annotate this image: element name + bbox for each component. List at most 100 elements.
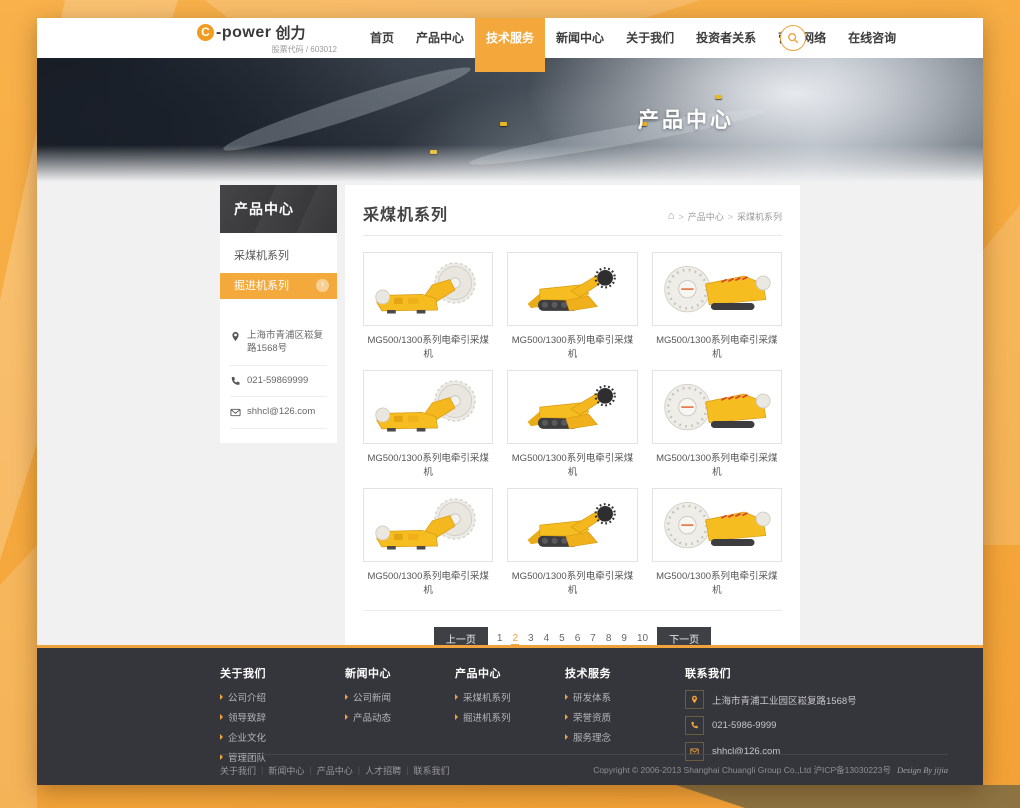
brand-wordmark: -power (216, 24, 271, 42)
product-card[interactable]: MG500/1300系列电牵引采煤机 (507, 370, 637, 478)
page-number[interactable]: 2 (511, 633, 519, 645)
product-image[interactable] (652, 252, 782, 326)
product-image-shearer (369, 492, 487, 558)
product-image-roadheader (513, 256, 631, 322)
product-image-roadheader (513, 492, 631, 558)
product-card[interactable]: MG500/1300系列电牵引采煤机 (363, 252, 493, 360)
breadcrumb-item[interactable]: 产品中心 (688, 210, 724, 223)
product-card[interactable]: MG500/1300系列电牵引采煤机 (363, 488, 493, 596)
brand-logo-icon: C (197, 24, 214, 41)
footer-link[interactable]: 采煤机系列 (455, 690, 565, 704)
product-name[interactable]: MG500/1300系列电牵引采煤机 (363, 450, 493, 478)
nav-item[interactable]: 投资者关系 (685, 18, 767, 58)
link-separator: | (406, 765, 408, 775)
footer-bottom-link[interactable]: 联系我们 (413, 764, 449, 777)
footer-link[interactable]: 公司介绍 (220, 690, 345, 704)
nav-item[interactable]: 关于我们 (615, 18, 685, 58)
footer-link[interactable]: 产品动态 (345, 710, 455, 724)
banner-fade (37, 145, 983, 185)
product-image[interactable] (507, 252, 637, 326)
product-card[interactable]: MG500/1300系列电牵引采煤机 (652, 488, 782, 596)
nav-item[interactable]: 首页 (359, 18, 405, 58)
product-image[interactable] (507, 488, 637, 562)
sidebar-menu-item[interactable]: 掘进机系列› (220, 273, 337, 299)
footer-bottom-link[interactable]: 人才招聘 (365, 764, 401, 777)
link-separator: | (358, 765, 360, 775)
footer-column-title: 联系我们 (685, 665, 857, 681)
product-card[interactable]: MG500/1300系列电牵引采煤机 (507, 488, 637, 596)
footer-column-title: 关于我们 (220, 665, 345, 681)
contact-text: 021-59869999 (247, 375, 308, 388)
breadcrumb-item: 采煤机系列 (737, 210, 782, 223)
nav-item[interactable]: 技术服务 (475, 18, 545, 72)
product-card[interactable]: MG500/1300系列电牵引采煤机 (507, 252, 637, 360)
page-number[interactable]: 1 (496, 633, 504, 644)
product-image[interactable] (507, 370, 637, 444)
page-number[interactable]: 4 (543, 633, 551, 644)
design-credit: Design By jijia (897, 765, 948, 775)
phone-icon (685, 716, 704, 735)
search-icon (787, 32, 799, 44)
site-footer: 关于我们公司介绍领导致辞企业文化管理团队新闻中心公司新闻产品动态产品中心采煤机系… (37, 645, 983, 785)
footer-link[interactable]: 服务理念 (565, 730, 685, 744)
home-icon[interactable]: ⌂ (668, 212, 675, 221)
location-pin-icon (690, 695, 699, 704)
brand-logo[interactable]: C -power 创力 股票代码 / 603012 (197, 22, 337, 55)
link-separator: | (309, 765, 311, 775)
footer-link[interactable]: 荣誉资质 (565, 710, 685, 724)
footer-bottom-link[interactable]: 关于我们 (220, 764, 256, 777)
product-name[interactable]: MG500/1300系列电牵引采煤机 (652, 332, 782, 360)
page-number[interactable]: 10 (636, 633, 649, 644)
footer-link[interactable]: 公司新闻 (345, 690, 455, 704)
footer-link[interactable]: 企业文化 (220, 730, 345, 744)
location-pin-icon (230, 331, 241, 342)
product-card[interactable]: MG500/1300系列电牵引采煤机 (652, 252, 782, 360)
pagination: 上一页12345678910下一页 (363, 610, 782, 650)
page-number[interactable]: 7 (589, 633, 597, 644)
page-number[interactable]: 9 (620, 633, 628, 644)
product-card[interactable]: MG500/1300系列电牵引采煤机 (363, 370, 493, 478)
footer-bottom-link[interactable]: 产品中心 (317, 764, 353, 777)
content-area: 产品中心 采煤机系列掘进机系列› 上海市青浦区崧复路1568号021-59869… (37, 185, 983, 645)
page-number[interactable]: 3 (527, 633, 535, 644)
footer-link[interactable]: 领导致辞 (220, 710, 345, 724)
product-image-disc-loader (658, 256, 776, 322)
product-card[interactable]: MG500/1300系列电牵引采煤机 (652, 370, 782, 478)
product-panel: 采煤机系列 ⌂>产品中心>采煤机系列 MG500/1300系列电牵引采煤机 MG… (345, 185, 800, 645)
footer-bottom-links: 关于我们|新闻中心|产品中心|人才招聘|联系我们 (220, 764, 449, 777)
breadcrumb-separator: > (678, 212, 683, 222)
footer-column-title: 产品中心 (455, 665, 565, 681)
footer-contact-item: 上海市青浦工业园区崧复路1568号 (685, 690, 857, 709)
product-image[interactable] (363, 370, 493, 444)
product-image[interactable] (363, 252, 493, 326)
product-image[interactable] (363, 488, 493, 562)
product-image[interactable] (652, 488, 782, 562)
footer-link[interactable]: 掘进机系列 (455, 710, 565, 724)
search-button[interactable] (780, 25, 806, 51)
nav-item[interactable]: 在线咨询 (837, 18, 907, 58)
footer-link[interactable]: 研发体系 (565, 690, 685, 704)
product-name[interactable]: MG500/1300系列电牵引采煤机 (363, 568, 493, 596)
page-number[interactable]: 5 (558, 633, 566, 644)
product-name[interactable]: MG500/1300系列电牵引采煤机 (363, 332, 493, 360)
footer-columns: 关于我们公司介绍领导致辞企业文化管理团队新闻中心公司新闻产品动态产品中心采煤机系… (37, 648, 983, 770)
product-name[interactable]: MG500/1300系列电牵引采煤机 (652, 450, 782, 478)
envelope-icon (230, 407, 241, 418)
breadcrumb: ⌂>产品中心>采煤机系列 (668, 210, 782, 225)
brand-wordmark-cn: 创力 (275, 22, 305, 43)
site-header: C -power 创力 股票代码 / 603012 首页产品中心技术服务新闻中心… (37, 18, 983, 58)
product-name[interactable]: MG500/1300系列电牵引采煤机 (507, 450, 637, 478)
nav-item[interactable]: 新闻中心 (545, 18, 615, 58)
product-image[interactable] (652, 370, 782, 444)
product-name[interactable]: MG500/1300系列电牵引采煤机 (652, 568, 782, 596)
nav-item[interactable]: 产品中心 (405, 18, 475, 58)
phone-icon (690, 721, 699, 730)
product-name[interactable]: MG500/1300系列电牵引采煤机 (507, 332, 637, 360)
copyright-text: Copyright © 2006-2013 Shanghai Chuangli … (593, 764, 891, 776)
footer-bottom-link[interactable]: 新闻中心 (268, 764, 304, 777)
sidebar-contact: 上海市青浦区崧复路1568号021-59869999shhcl@126.com (230, 321, 327, 429)
page-number[interactable]: 8 (605, 633, 613, 644)
product-name[interactable]: MG500/1300系列电牵引采煤机 (507, 568, 637, 596)
sidebar-menu-item[interactable]: 采煤机系列 (220, 243, 337, 269)
page-number[interactable]: 6 (574, 633, 582, 644)
